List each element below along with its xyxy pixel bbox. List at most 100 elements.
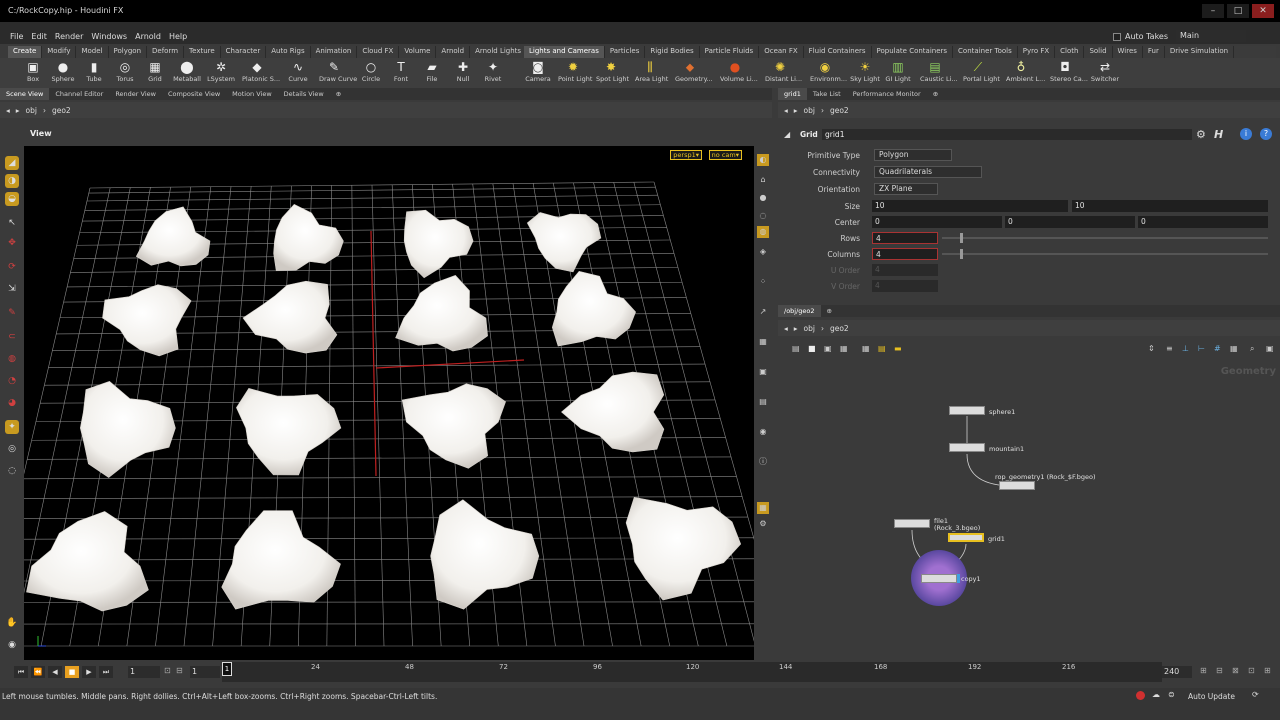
peak-tool-icon[interactable]: ◕ bbox=[5, 396, 19, 410]
shelf-tab-particles[interactable]: Particles bbox=[605, 46, 646, 58]
shelf-tab-model[interactable]: Model bbox=[76, 46, 109, 58]
error-indicator-icon[interactable] bbox=[1136, 691, 1145, 700]
tool-tube[interactable]: ▮ Tube bbox=[79, 58, 109, 83]
shelf-tab-rigid-bodies[interactable]: Rigid Bodies bbox=[645, 46, 700, 58]
scene-viewport[interactable]: persp1▾ no cam▾ bbox=[24, 146, 754, 660]
network-grid-icon[interactable]: ▦ bbox=[1230, 344, 1238, 353]
tool-environment-light[interactable]: ◉ Environm... bbox=[810, 58, 847, 83]
center-z-field[interactable]: 0 bbox=[1138, 216, 1268, 228]
menu-edit[interactable]: Edit bbox=[31, 32, 47, 41]
menu-windows[interactable]: Windows bbox=[91, 32, 127, 41]
play-icon[interactable]: ▶ bbox=[82, 666, 96, 678]
info-circle-icon[interactable]: i bbox=[1240, 128, 1252, 140]
shelf-tab-volume[interactable]: Volume bbox=[399, 46, 437, 58]
back-icon[interactable]: ◂ bbox=[6, 106, 10, 115]
tool-torus[interactable]: ◎ Torus bbox=[110, 58, 140, 83]
home-icon[interactable]: ⌂ bbox=[757, 174, 769, 186]
copy1-node[interactable] bbox=[921, 574, 957, 583]
points-icon[interactable]: ⁘ bbox=[757, 276, 769, 288]
align-icon[interactable]: ≡ bbox=[1166, 344, 1173, 353]
end-frame-field[interactable]: 240 bbox=[1162, 666, 1192, 678]
center-x-field[interactable]: 0 bbox=[872, 216, 1002, 228]
param-back-icon[interactable]: ◂ bbox=[784, 106, 788, 115]
tab-take-list[interactable]: Take List bbox=[807, 88, 847, 100]
tool-area-light[interactable]: ⫼ Area Light bbox=[635, 58, 668, 83]
handle-tool-icon[interactable]: ◒ bbox=[5, 192, 19, 206]
tool-caustic-light[interactable]: ▤ Caustic Li... bbox=[920, 58, 958, 83]
shelf-tab-fluid-containers[interactable]: Fluid Containers bbox=[804, 46, 872, 58]
shelf-tab-arnold-lights[interactable]: Arnold Lights bbox=[470, 46, 528, 58]
menu-render[interactable]: Render bbox=[55, 32, 83, 41]
zoom-icon[interactable]: ⌕ bbox=[1250, 344, 1254, 354]
tool-metaball[interactable]: ⬤ Metaball bbox=[172, 58, 202, 83]
update-icon[interactable]: ⟳ bbox=[1252, 690, 1259, 699]
param-path-geo2[interactable]: geo2 bbox=[830, 106, 849, 115]
menu-file[interactable]: File bbox=[10, 32, 23, 41]
shelf-tab-cloth[interactable]: Cloth bbox=[1055, 46, 1085, 58]
help-h-icon[interactable]: H bbox=[1214, 128, 1223, 141]
tab-composite-view[interactable]: Composite View bbox=[162, 88, 226, 100]
move-tool-icon[interactable]: ✥ bbox=[5, 236, 19, 250]
uv-icon[interactable]: ▦ bbox=[757, 336, 769, 348]
tab-obj-geo2[interactable]: /obj/geo2 bbox=[778, 305, 821, 317]
new-node-icon[interactable]: ■ bbox=[808, 344, 816, 353]
hand-tool-icon[interactable]: ✋ bbox=[5, 616, 19, 630]
timeline-cursor[interactable]: 1 bbox=[222, 662, 232, 676]
snapshot-icon[interactable]: ▣ bbox=[757, 366, 769, 378]
stop-icon[interactable]: ■ bbox=[65, 666, 79, 678]
paint-tool-icon[interactable]: ◍ bbox=[5, 352, 19, 366]
shelf-tab-auto-rigs[interactable]: Auto Rigs bbox=[266, 46, 311, 58]
desktop-dropdown[interactable]: Main bbox=[1176, 30, 1246, 42]
orientation-dropdown[interactable]: ZX Plane bbox=[874, 183, 938, 195]
shelf-tab-drive-simulation[interactable]: Drive Simulation bbox=[1165, 46, 1235, 58]
add-param-tab-icon[interactable]: ⊕ bbox=[927, 88, 944, 100]
param-path-obj[interactable]: obj bbox=[804, 106, 815, 115]
tool-volume-light[interactable]: ● Volume Li... bbox=[720, 58, 758, 83]
path-obj[interactable]: obj bbox=[26, 106, 37, 115]
tab-details-view[interactable]: Details View bbox=[278, 88, 330, 100]
layout-icon[interactable]: ▦ bbox=[757, 502, 769, 514]
network-editor[interactable]: Geometry sphere1 mountain1 rop_geometry1… bbox=[778, 360, 1280, 660]
tab-channel-editor[interactable]: Channel Editor bbox=[49, 88, 109, 100]
shelf-tab-animation[interactable]: Animation bbox=[311, 46, 358, 58]
sound-icon[interactable]: ⊟ bbox=[1216, 666, 1223, 675]
list-mode-icon[interactable]: ▤ bbox=[792, 344, 800, 353]
tool-font[interactable]: T Font bbox=[386, 58, 416, 83]
shelf-tab-texture[interactable]: Texture bbox=[184, 46, 221, 58]
ghost-icon[interactable]: ◌ bbox=[757, 210, 769, 222]
flow-icon[interactable]: ⊢ bbox=[1198, 344, 1205, 353]
shelf-tab-cloud-fx[interactable]: Cloud FX bbox=[357, 46, 400, 58]
view-tool-icon[interactable]: ◑ bbox=[5, 174, 19, 188]
scale-tool-icon[interactable]: ⇲ bbox=[5, 282, 19, 296]
close-button[interactable]: ✕ bbox=[1252, 4, 1274, 18]
file1-node[interactable] bbox=[894, 519, 930, 528]
render-icon[interactable]: ◉ bbox=[757, 426, 769, 438]
mountain1-node[interactable] bbox=[949, 443, 985, 452]
gear-icon[interactable]: ⚙ bbox=[1196, 128, 1206, 141]
shaded-icon[interactable]: ◍ bbox=[757, 226, 769, 238]
range-lock-icon[interactable]: ⊟ bbox=[176, 666, 183, 675]
tab-motion-view[interactable]: Motion View bbox=[226, 88, 278, 100]
tool-switcher[interactable]: ⇄ Switcher bbox=[1090, 58, 1120, 83]
minimize-button[interactable]: – bbox=[1202, 4, 1224, 18]
tool-grid[interactable]: ▦ Grid bbox=[140, 58, 170, 83]
tool-circle[interactable]: ○ Circle bbox=[356, 58, 386, 83]
jump-start-icon[interactable]: ⏮ bbox=[14, 666, 28, 678]
shelf-tab-solid[interactable]: Solid bbox=[1084, 46, 1113, 58]
flipbook-icon[interactable]: ▤ bbox=[757, 396, 769, 408]
grid-snap-icon[interactable]: # bbox=[1214, 344, 1221, 353]
auto-takes-toggle[interactable]: Auto Takes bbox=[1113, 32, 1168, 41]
tool-camera[interactable]: ◙ Camera bbox=[523, 58, 553, 83]
normals-icon[interactable]: ↗ bbox=[757, 306, 769, 318]
paste-node-icon[interactable]: ▦ bbox=[840, 344, 848, 353]
wire-icon[interactable]: ◈ bbox=[757, 246, 769, 258]
realtime-icon[interactable]: ⊠ bbox=[1232, 666, 1239, 675]
tool-geometry-light[interactable]: ⬥ Geometry... bbox=[675, 58, 713, 83]
forward-icon[interactable]: ▸ bbox=[16, 106, 20, 115]
persp-dropdown[interactable]: persp1▾ bbox=[670, 150, 702, 160]
primitive-type-dropdown[interactable]: Polygon bbox=[874, 149, 952, 161]
rop-geometry1-node[interactable] bbox=[999, 481, 1035, 490]
shelf-tab-polygon[interactable]: Polygon bbox=[109, 46, 148, 58]
add-pane-tab-icon[interactable]: ⊕ bbox=[330, 88, 347, 100]
note-icon[interactable]: ▤ bbox=[878, 344, 886, 353]
